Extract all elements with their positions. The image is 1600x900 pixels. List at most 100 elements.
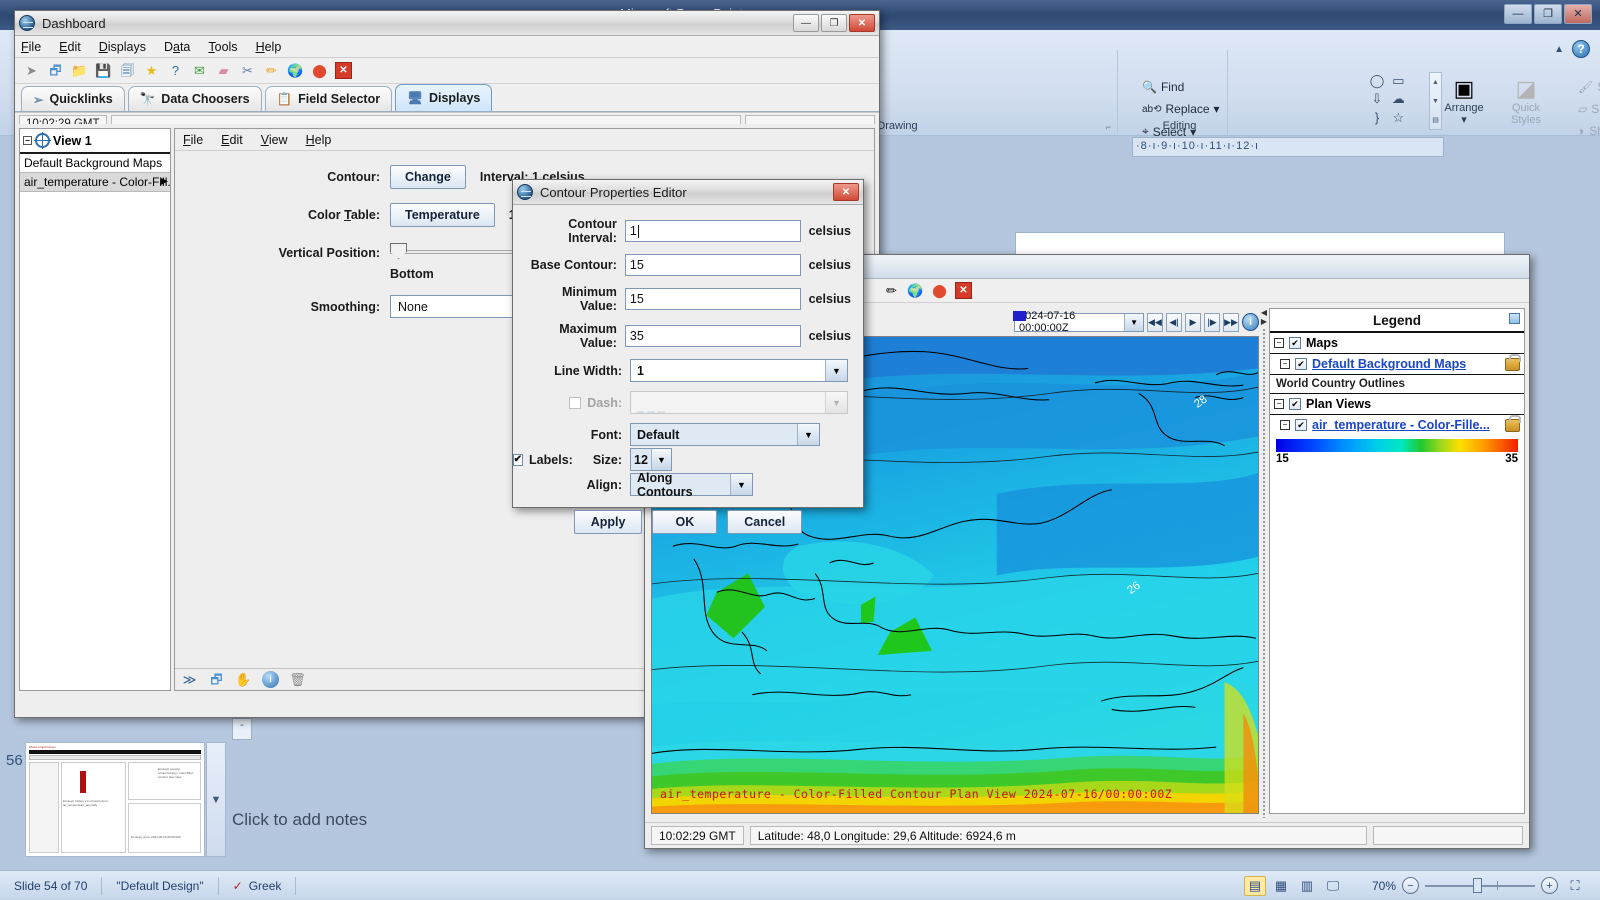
legend-item-air-temperature[interactable]: − ✔ air_temperature - Color-Fille...: [1270, 414, 1524, 435]
chevron-down-icon[interactable]: ▼: [825, 360, 847, 381]
globe-icon[interactable]: 🌍: [907, 282, 924, 299]
reading-view-icon[interactable]: ▥: [1296, 876, 1318, 896]
expand-collapse-icon[interactable]: −: [1280, 359, 1290, 369]
shape-brace-icon[interactable]: }: [1368, 108, 1386, 126]
close-icon[interactable]: ✕: [1564, 4, 1592, 24]
legend-group-maps[interactable]: − ✔ Maps: [1270, 333, 1524, 354]
display-menu-view[interactable]: View: [261, 133, 288, 147]
add-display-icon[interactable]: 🗗: [208, 671, 225, 688]
shapes-gallery[interactable]: ◯ ▭ ⇩ ☁ } ☆ ▲ ▼ ▤: [1368, 72, 1442, 132]
dash-checkbox[interactable]: [569, 396, 582, 409]
legend-item-label[interactable]: Default Background Maps: [1312, 357, 1466, 371]
minimum-value-input[interactable]: 15: [624, 288, 801, 310]
shape-arrow-down-icon[interactable]: ⇩: [1368, 90, 1386, 108]
lock-icon[interactable]: [1505, 414, 1521, 432]
line-width-combo[interactable]: 1 ▼: [630, 359, 848, 382]
close-icon[interactable]: ✕: [833, 183, 859, 201]
map-legend-splitter[interactable]: ◀ ▶: [1259, 304, 1269, 818]
quick-styles-button[interactable]: ◪ Quick Styles: [1500, 76, 1552, 126]
labels-checkbox[interactable]: ✔: [512, 453, 524, 466]
ok-button[interactable]: OK: [652, 510, 718, 534]
checkbox-icon[interactable]: ✔: [1295, 358, 1307, 370]
chevron-down-icon[interactable]: ▼: [797, 424, 819, 445]
splitter-grip[interactable]: [1263, 329, 1265, 818]
new-display-icon[interactable]: ➤: [23, 62, 40, 79]
color-table-button[interactable]: Temperature: [390, 203, 495, 227]
favorites-star-icon[interactable]: ★: [143, 62, 160, 79]
open-folder-icon[interactable]: 📁: [71, 62, 88, 79]
restore-icon[interactable]: ❐: [1534, 4, 1562, 24]
normal-view-icon[interactable]: ▤: [1243, 875, 1266, 896]
collapse-left-icon[interactable]: ◀: [1261, 308, 1267, 317]
display-menu-edit[interactable]: Edit: [221, 133, 243, 147]
legend-expand-icon[interactable]: [1509, 313, 1520, 324]
help-icon[interactable]: ?: [167, 62, 184, 79]
close-red-icon[interactable]: ✕: [955, 282, 972, 299]
stop-icon[interactable]: ⬤: [311, 62, 328, 79]
notes-collapse-button[interactable]: -: [232, 718, 252, 740]
chevron-down-icon[interactable]: ▼: [1124, 313, 1143, 331]
menu-data[interactable]: Data: [164, 40, 190, 54]
arrange-button[interactable]: ▣ Arrange ▾: [1438, 76, 1490, 126]
menu-displays[interactable]: Displays: [99, 40, 146, 54]
replace-button[interactable]: ab⟲ Replace ▾: [1142, 102, 1220, 116]
tab-field-selector[interactable]: 📋 Field Selector: [264, 86, 393, 111]
slide-sorter-icon[interactable]: ▦: [1270, 876, 1292, 896]
maximum-value-input[interactable]: 35: [624, 325, 801, 347]
base-contour-input[interactable]: 15: [624, 254, 801, 276]
expand-right-icon[interactable]: ▶: [1261, 317, 1267, 326]
tab-displays[interactable]: 🖥 Displays: [395, 84, 493, 111]
add-view-icon[interactable]: 🗗: [47, 62, 64, 79]
slide-thumbnail[interactable]: εθνικό κτηματολόγιο Επιλογή πεδίου για ο…: [25, 742, 205, 857]
slideshow-icon[interactable]: 🖵: [1322, 876, 1344, 896]
expand-collapse-icon[interactable]: −: [1274, 338, 1284, 348]
display-menu-file[interactable]: File: [183, 133, 203, 147]
menu-help[interactable]: Help: [256, 40, 282, 54]
chevron-right-icon[interactable]: ▶: [160, 176, 168, 187]
trash-icon[interactable]: 🗑: [289, 671, 306, 688]
expand-collapse-icon[interactable]: −: [23, 136, 32, 145]
zoom-out-button[interactable]: −: [1402, 877, 1419, 894]
restore-icon[interactable]: ❐: [821, 14, 847, 32]
menu-edit[interactable]: Edit: [59, 40, 81, 54]
close-icon[interactable]: ✕: [849, 14, 875, 32]
fit-to-window-icon[interactable]: ⛶: [1564, 876, 1586, 896]
legend-item-label[interactable]: air_temperature - Color-Fille...: [1312, 418, 1490, 432]
zoom-level-label[interactable]: 70%: [1372, 879, 1396, 893]
edit-pencil-icon[interactable]: ✏: [883, 282, 900, 299]
checkbox-icon[interactable]: ✔: [1289, 398, 1301, 410]
contour-interval-input[interactable]: 1: [624, 220, 801, 242]
globe-icon[interactable]: 🌍: [287, 62, 304, 79]
language-status[interactable]: ✓ Greek: [219, 871, 296, 900]
find-button[interactable]: 🔍 Find: [1142, 80, 1184, 94]
shape-cloud-icon[interactable]: ☁: [1389, 90, 1407, 108]
display-menu-help[interactable]: Help: [306, 133, 332, 147]
tree-item-default-background-maps[interactable]: Default Background Maps: [20, 154, 170, 173]
shape-rectangle-icon[interactable]: ▭: [1389, 72, 1407, 90]
help-icon[interactable]: ?: [1572, 40, 1590, 58]
menu-file[interactable]: File: [21, 40, 41, 54]
font-combo[interactable]: Default ▼: [630, 423, 820, 446]
time-step-combo[interactable]: 2024-07-16 00:00:00Z ▼: [1014, 310, 1144, 334]
shape-outline-button[interactable]: ▱ Shape Outline ▾: [1578, 102, 1600, 116]
chevron-down-icon[interactable]: ▼: [650, 449, 671, 470]
legend-group-plan-views[interactable]: − ✔ Plan Views: [1270, 394, 1524, 415]
tree-root-view-1[interactable]: − View 1: [20, 129, 170, 154]
tab-quicklinks[interactable]: ➢ Quicklinks: [21, 86, 125, 111]
expand-icon[interactable]: ≫: [181, 671, 198, 688]
thumbnail-scrollbar[interactable]: ▼: [206, 742, 226, 857]
stop-icon[interactable]: ⬤: [931, 282, 948, 299]
drawing-dialog-launcher-icon[interactable]: ⌐: [1106, 122, 1111, 132]
label-align-combo[interactable]: Along Contours ▼: [630, 471, 753, 499]
first-step-icon[interactable]: ◀◀: [1146, 312, 1163, 332]
shape-fill-button[interactable]: 🖌 Shape Fill ▾: [1578, 80, 1600, 94]
eraser-icon[interactable]: ▰: [215, 62, 232, 79]
time-info-icon[interactable]: i: [1242, 313, 1259, 331]
minimize-icon[interactable]: —: [793, 14, 819, 32]
scroll-down-icon[interactable]: ▼: [211, 794, 222, 806]
shape-star-icon[interactable]: ☆: [1389, 109, 1407, 127]
previous-step-icon[interactable]: ◀|: [1165, 312, 1182, 332]
zoom-slider-track[interactable]: [1425, 877, 1535, 893]
hand-pan-icon[interactable]: ✋: [235, 671, 252, 688]
edit-pencil-icon[interactable]: ✏: [263, 62, 280, 79]
